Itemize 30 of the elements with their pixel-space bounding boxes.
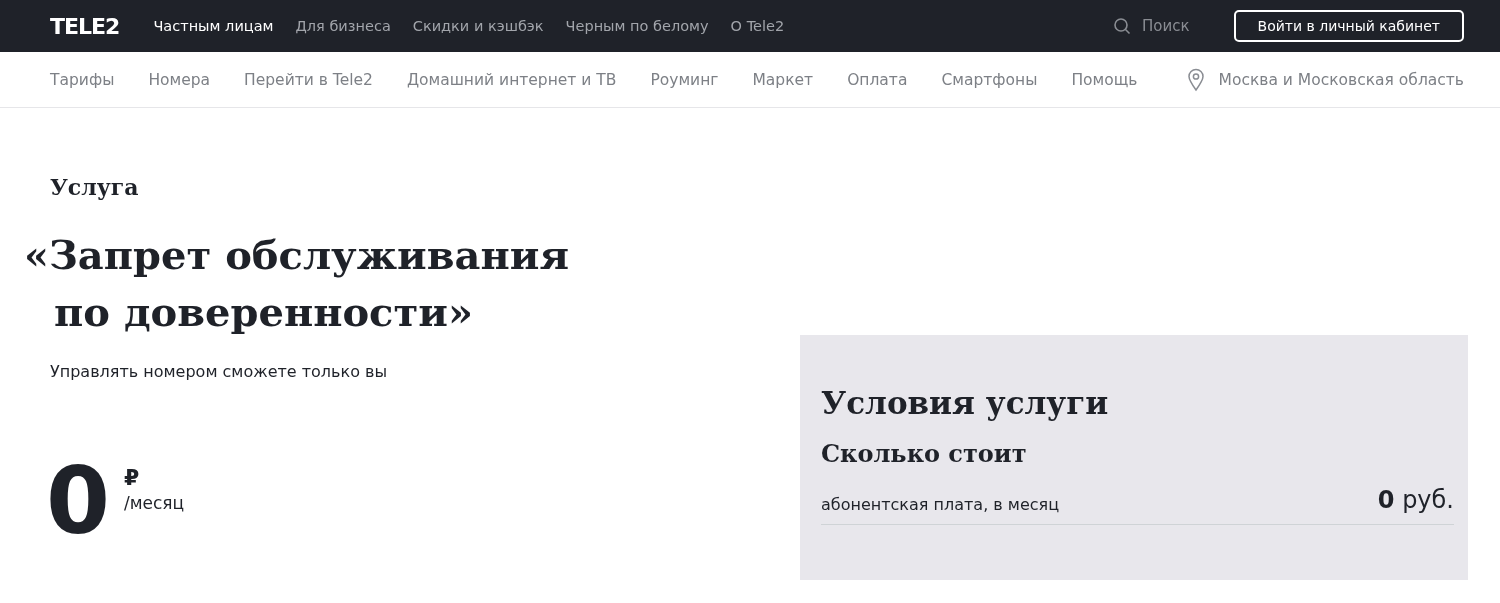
subnav-link[interactable]: Оплата: [847, 70, 908, 89]
subnav-link[interactable]: Перейти в Tele2: [244, 70, 373, 89]
service-title: «Запрет обслуживания по доверенности»: [23, 230, 570, 337]
subnav-link[interactable]: Номера: [148, 70, 211, 89]
nav-link[interactable]: Частным лицам: [153, 18, 274, 34]
nav-link[interactable]: Для бизнеса: [295, 18, 391, 34]
fee-value: 0 руб.: [1377, 486, 1454, 514]
subnav-link[interactable]: Помощь: [1071, 70, 1138, 89]
service-subtitle: Управлять номером сможете только вы: [50, 362, 389, 381]
service-label: Услуга: [50, 174, 140, 200]
region-link[interactable]: Москва и Московская область: [1218, 70, 1464, 89]
search-icon[interactable]: [1113, 17, 1132, 35]
price-period: /месяц: [124, 493, 185, 513]
subnav-link[interactable]: Смартфоны: [941, 70, 1038, 89]
subnav-link[interactable]: Маркет: [752, 70, 814, 89]
subnav-link[interactable]: Роуминг: [650, 70, 719, 89]
currency-sign: ₽: [124, 467, 141, 489]
nav-link[interactable]: О Tele2: [730, 18, 785, 34]
section-title: Сколько стоит: [821, 439, 1028, 468]
login-button[interactable]: Войти в личный кабинет: [1233, 10, 1464, 42]
search-link[interactable]: Поиск: [1142, 17, 1190, 35]
fee-label: абонентская плата, в месяц: [821, 495, 1060, 514]
logo[interactable]: TELE2: [50, 13, 120, 39]
subnav-link[interactable]: Домашний интернет и ТВ: [406, 70, 617, 89]
nav-link[interactable]: Скидки и кэшбэк: [412, 18, 544, 34]
price-amount: 0: [46, 461, 110, 543]
subnav-link[interactable]: Тарифы: [50, 70, 115, 89]
location-pin-icon: [1186, 67, 1205, 92]
nav-link[interactable]: Черным по белому: [565, 18, 709, 34]
conditions-title: Условия услуги: [821, 385, 1110, 421]
